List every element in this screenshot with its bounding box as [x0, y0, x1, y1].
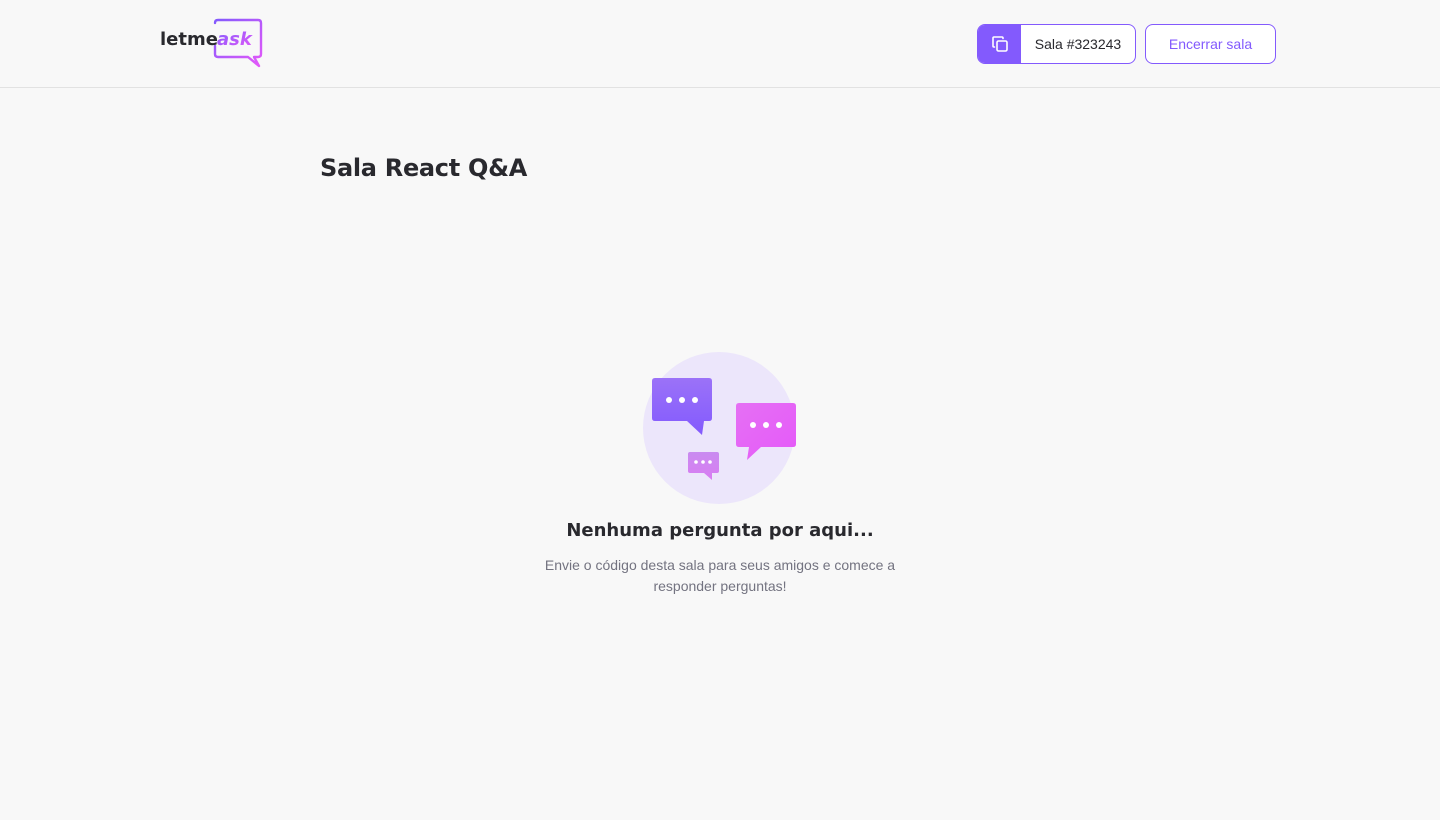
chat-bubbles-illustration	[640, 350, 800, 506]
app-header: letme ask Sala #323243 Encerrar sala	[0, 0, 1440, 88]
room-code-button[interactable]: Sala #323243	[977, 24, 1136, 64]
close-room-button[interactable]: Encerrar sala	[1145, 24, 1276, 64]
empty-state-title: Nenhuma pergunta por aqui...	[566, 520, 874, 541]
empty-state-description: Envie o código desta sala para seus amig…	[544, 557, 896, 594]
room-code-label: Sala #323243	[1034, 36, 1122, 52]
letmeask-logo[interactable]: letme ask	[159, 18, 265, 68]
svg-text:ask: ask	[217, 29, 253, 50]
copy-icon[interactable]	[978, 25, 1021, 63]
svg-text:letme: letme	[160, 29, 218, 50]
page-title: Sala React Q&A	[320, 154, 527, 182]
